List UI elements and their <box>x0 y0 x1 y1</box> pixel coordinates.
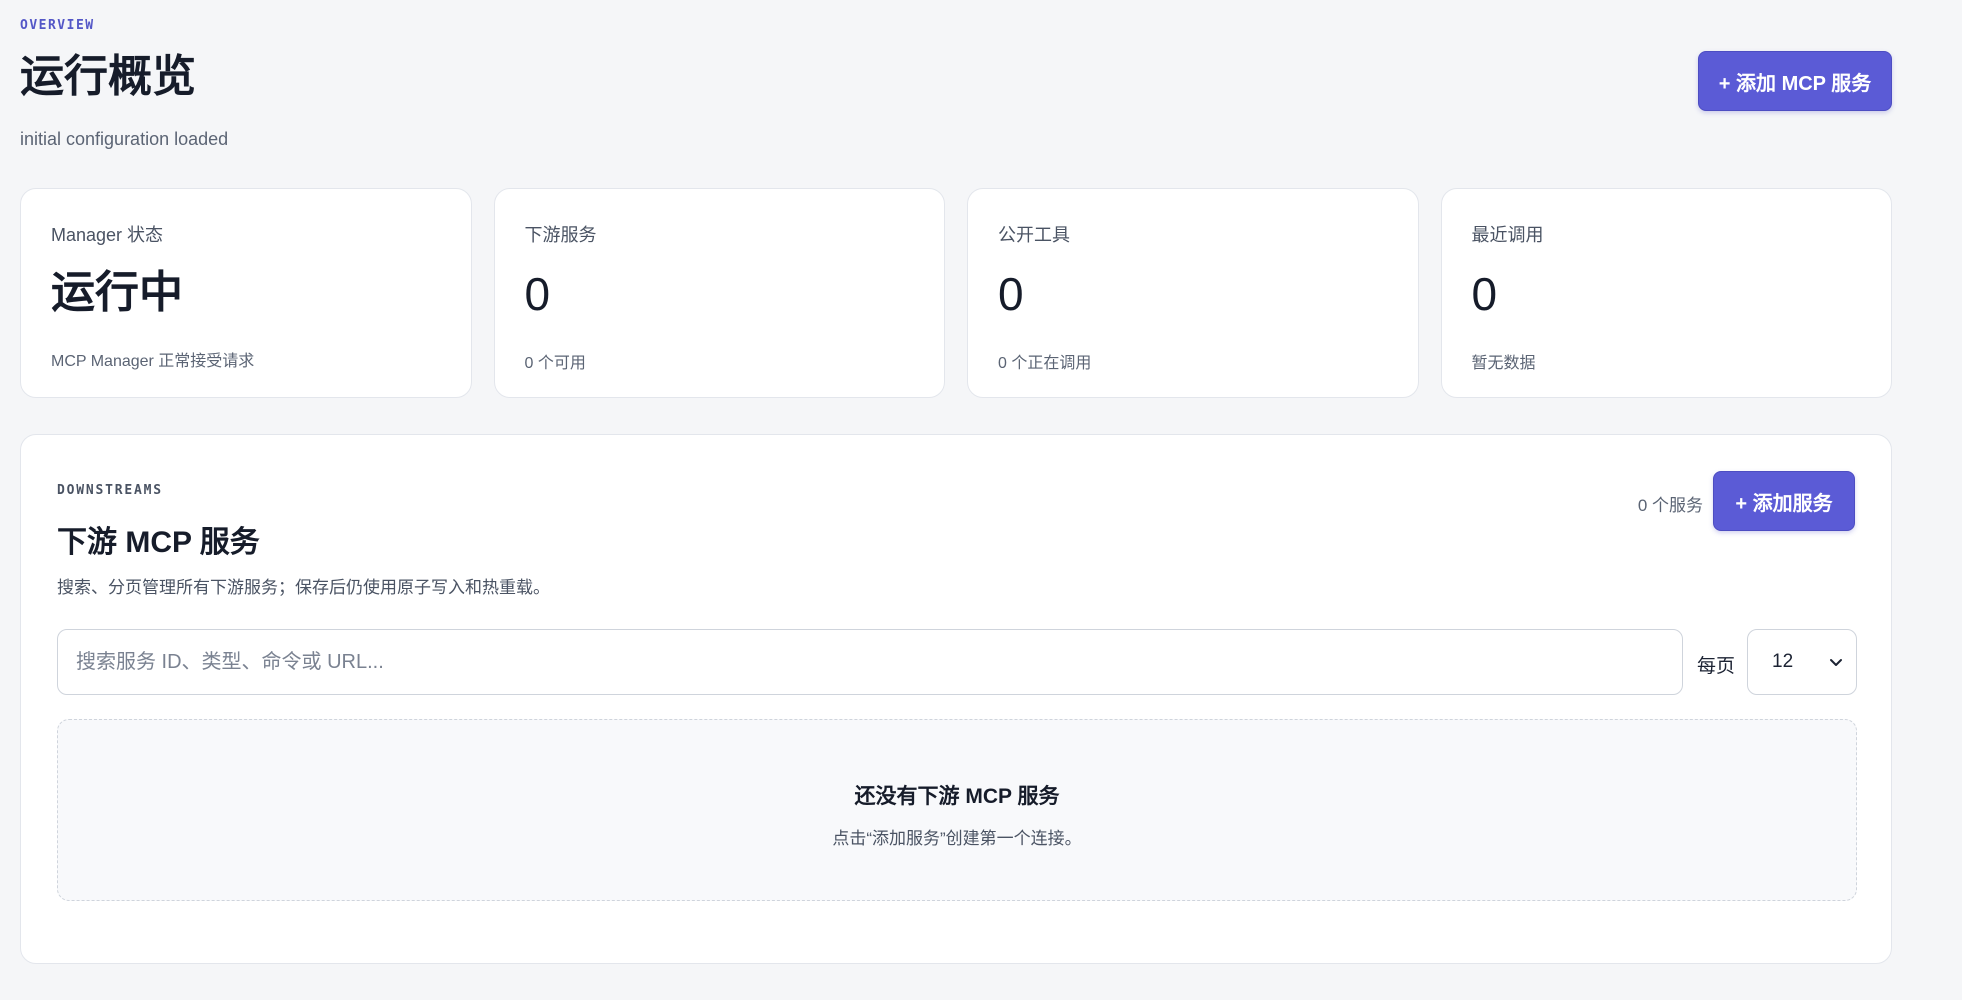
per-page-label: 每页 <box>1697 656 1736 677</box>
empty-state: 还没有下游 MCP 服务 点击“添加服务”创建第一个连接。 <box>57 719 1857 901</box>
stat-card-value: 0 <box>524 268 551 320</box>
add-mcp-service-button-label: + 添加 MCP 服务 <box>1718 72 1872 95</box>
add-service-button-label: + 添加服务 <box>1735 492 1833 515</box>
add-service-button[interactable]: + 添加服务 <box>1713 471 1855 531</box>
add-mcp-service-button[interactable]: + 添加 MCP 服务 <box>1698 51 1892 111</box>
stat-card-label: 最近调用 <box>1471 225 1544 245</box>
per-page-value: 12 <box>1772 651 1794 672</box>
stats-cards: Manager 状态 运行中 MCP Manager 正常接受请求 下游服务 0… <box>20 188 1892 398</box>
downstreams-panel: DOWNSTREAMS 下游 MCP 服务 搜索、分页管理所有下游服务；保存后仍… <box>20 434 1892 964</box>
page-title: 运行概览 <box>20 52 196 101</box>
stat-card-value: 0 <box>998 268 1024 320</box>
service-count: 0 个服务 <box>1637 496 1703 515</box>
overview-eyebrow: OVERVIEW <box>20 18 95 33</box>
stat-card-note: 0 个可用 <box>524 355 586 372</box>
stat-card-public-tools: 公开工具 0 0 个正在调用 <box>967 188 1419 398</box>
stat-card-note: MCP Manager 正常接受请求 <box>51 353 255 370</box>
overview-header: OVERVIEW 运行概览 initial configuration load… <box>20 14 1892 154</box>
search-row: 每页 12 <box>57 629 1857 695</box>
empty-state-description: 点击“添加服务”创建第一个连接。 <box>832 829 1082 848</box>
stat-card-label: 下游服务 <box>524 225 597 245</box>
page-subtitle: initial configuration loaded <box>20 129 229 149</box>
stat-card-label: Manager 状态 <box>51 225 164 245</box>
stat-card-value: 运行中 <box>51 268 183 317</box>
downstreams-title: 下游 MCP 服务 <box>57 526 260 559</box>
stat-card-recent-calls: 最近调用 0 暂无数据 <box>1440 188 1892 398</box>
stat-card-note: 0 个正在调用 <box>998 355 1092 372</box>
stat-card-downstream-services: 下游服务 0 0 个可用 <box>493 188 945 398</box>
stat-card-note: 暂无数据 <box>1471 355 1536 372</box>
empty-state-title: 还没有下游 MCP 服务 <box>854 785 1060 808</box>
chevron-down-icon <box>1830 659 1842 666</box>
stat-card-manager-status: Manager 状态 运行中 MCP Manager 正常接受请求 <box>20 188 472 398</box>
search-input[interactable] <box>57 629 1683 695</box>
page: OVERVIEW 运行概览 initial configuration load… <box>0 0 1962 1000</box>
stat-card-label: 公开工具 <box>998 225 1070 245</box>
stat-card-value: 0 <box>1471 268 1498 320</box>
downstreams-description: 搜索、分页管理所有下游服务；保存后仍使用原子写入和热重载。 <box>57 578 550 597</box>
downstreams-eyebrow: DOWNSTREAMS <box>57 483 163 498</box>
per-page-select[interactable]: 12 <box>1747 629 1857 695</box>
